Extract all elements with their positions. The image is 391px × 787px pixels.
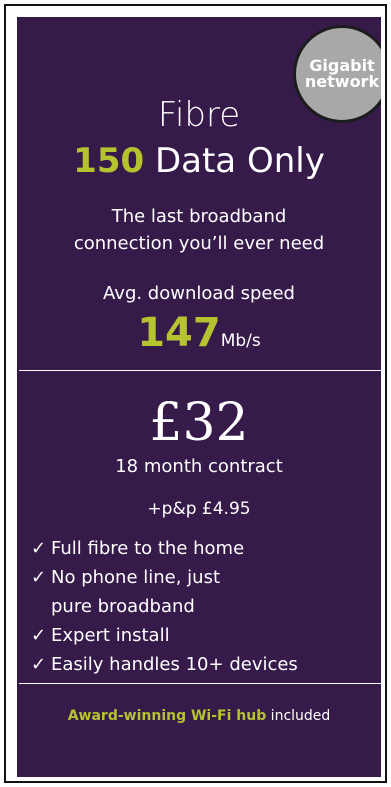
- feature-item: ✓ Easily handles 10+ devices: [31, 650, 371, 679]
- feature-item: ✓ Expert install: [31, 621, 371, 650]
- feature-text-line: pure broadband: [51, 596, 195, 617]
- broadband-plan-card: Gigabit network Fibre 150 Data Only The …: [17, 17, 381, 777]
- plan-title-line-1: Fibre: [157, 95, 241, 135]
- download-speed-value: 147Mb/s: [17, 310, 381, 356]
- feature-list: ✓ Full fibre to the home ✓ No phone line…: [31, 534, 371, 679]
- contract-length: 18 month contract: [115, 456, 283, 477]
- monthly-price: £32: [149, 393, 249, 453]
- tagline-line-1: The last broadband: [111, 206, 287, 227]
- check-icon: ✓: [31, 625, 47, 646]
- feature-text: Full fibre to the home: [51, 538, 245, 559]
- feature-text: No phone line, just pure broadband: [51, 563, 371, 621]
- footer-divider: [19, 683, 381, 684]
- feature-text: Expert install: [51, 625, 170, 646]
- feature-text-line: No phone line, just: [51, 567, 221, 588]
- download-speed-label: Avg. download speed: [103, 283, 295, 304]
- check-icon: ✓: [31, 567, 47, 588]
- check-icon: ✓: [31, 538, 47, 559]
- speed-unit: Mb/s: [220, 331, 261, 351]
- wifi-hub-highlight: Award-winning Wi-Fi hub: [67, 708, 267, 724]
- feature-text: Easily handles 10+ devices: [51, 654, 298, 675]
- tagline-line-2: connection you’ll ever need: [73, 233, 325, 254]
- badge-line-2: network: [304, 72, 380, 91]
- footer-note: Award-winning Wi-Fi hub included: [17, 706, 381, 726]
- plan-title-line-2: 150 Data Only: [17, 141, 381, 181]
- speed-number: 147: [137, 310, 221, 356]
- footer-rest: included: [266, 708, 331, 724]
- feature-item: ✓ Full fibre to the home: [31, 534, 371, 563]
- speed-tier: 150: [73, 141, 145, 181]
- feature-item: ✓ No phone line, just pure broadband: [31, 563, 371, 621]
- section-divider: [19, 370, 381, 371]
- postage-cost: +p&p £4.95: [147, 499, 251, 519]
- plan-name: Data Only: [144, 141, 325, 181]
- check-icon: ✓: [31, 654, 47, 675]
- plan-tagline: The last broadband connection you’ll eve…: [17, 203, 381, 257]
